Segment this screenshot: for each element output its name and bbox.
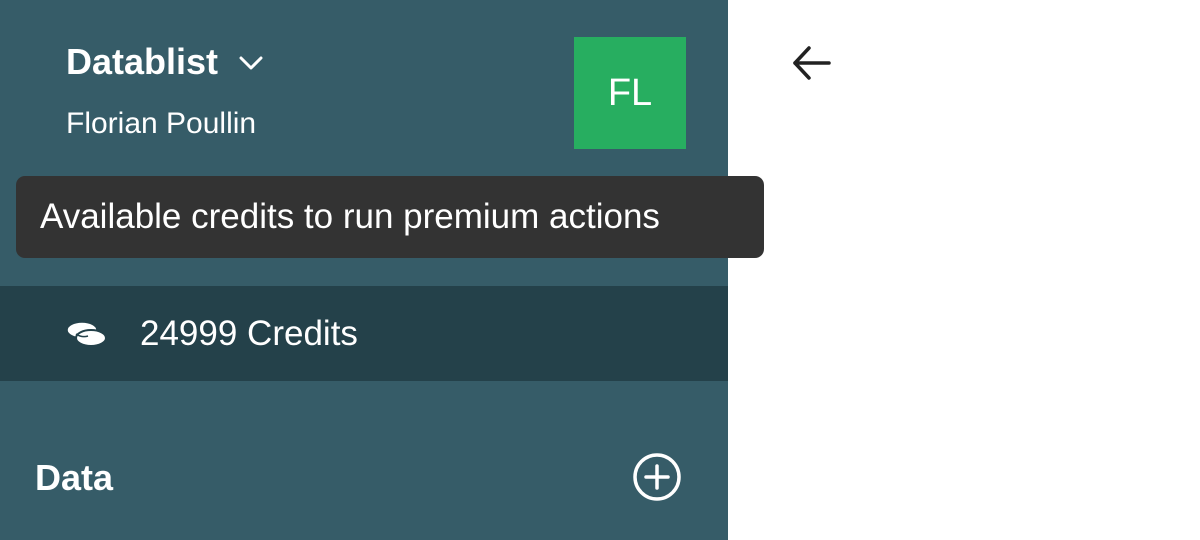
back-button[interactable] [788, 40, 834, 86]
credits-label: 24999 Credits [140, 313, 358, 353]
add-data-button[interactable] [631, 451, 683, 503]
credits-item[interactable]: 24999 Credits [0, 286, 728, 381]
plus-circle-icon [633, 453, 681, 501]
data-section-title: Data [35, 457, 114, 498]
workspace-name: Datablist [66, 41, 219, 82]
avatar[interactable]: FL [574, 37, 686, 149]
avatar-initials: FL [607, 71, 653, 114]
credits-tooltip: Available credits to run premium actions [16, 176, 764, 258]
chevron-down-icon [238, 55, 264, 76]
app-root: Datablist Florian Poullin FL 24999 Credi… [0, 0, 1200, 540]
workspace-name-row: Datablist [66, 40, 264, 84]
arrow-left-icon [793, 46, 831, 80]
user-name: Florian Poullin [66, 107, 257, 140]
sidebar: Datablist Florian Poullin FL 24999 Credi… [0, 0, 728, 540]
workspace-switcher[interactable]: Datablist Florian Poullin [66, 40, 264, 144]
coins-icon [64, 319, 108, 349]
